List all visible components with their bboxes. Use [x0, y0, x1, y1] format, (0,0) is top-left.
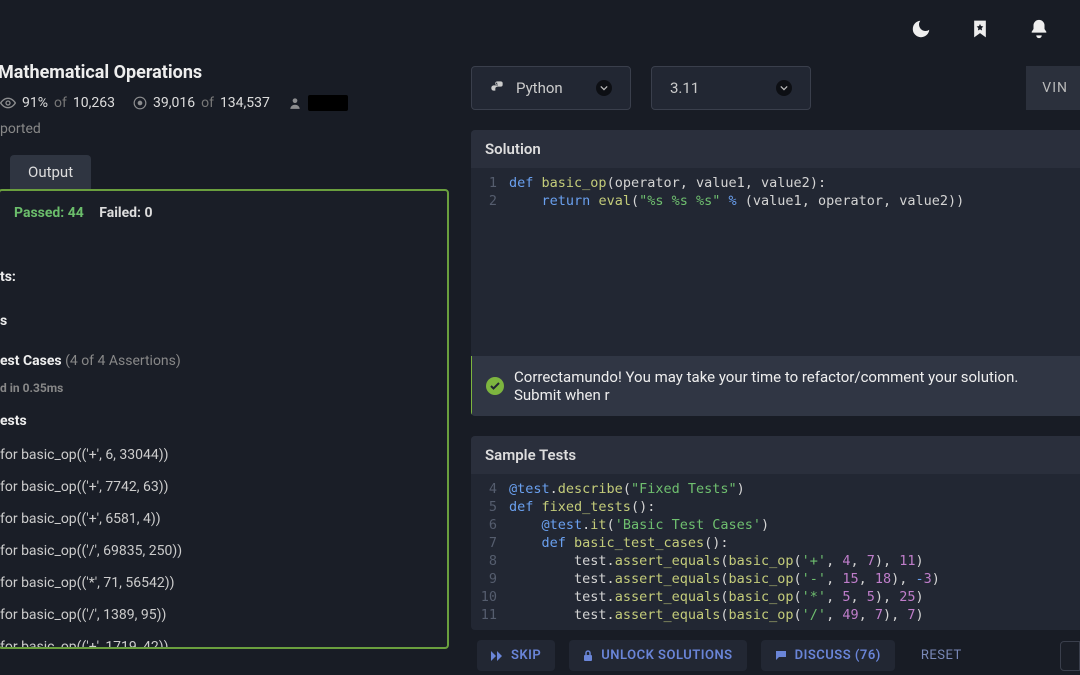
chat-icon [775, 650, 787, 661]
completion-stat: 91% of 10,263 [0, 95, 115, 111]
solution-code[interactable]: 12 def basic_op(operator, value1, value2… [471, 168, 1080, 356]
test-row: for basic_op(('+', 6581, 4)) [0, 503, 447, 535]
results-body: ts: s est Cases (4 of 4 Assertions) d in… [0, 227, 447, 649]
test-status: Passed: 44 Failed: 0 [0, 191, 447, 227]
eye-icon [0, 95, 16, 111]
target-icon [133, 96, 147, 110]
user-icon [288, 96, 302, 110]
test-row: for basic_op(('/', 1389, 95)) [0, 599, 447, 631]
test-row: for basic_op(('+', 6, 33044)) [0, 439, 447, 471]
stats-row: 91% of 10,263 39,016 of 134,537 [0, 89, 459, 119]
version-select[interactable]: 3.11 [651, 66, 811, 110]
success-banner: Correctamundo! You may take your time to… [471, 356, 1080, 416]
discuss-button[interactable]: DISCUSS (76) [761, 640, 895, 671]
vim-toggle[interactable]: VIN [1026, 66, 1080, 110]
top-bar [0, 0, 1080, 58]
sample-code[interactable]: 4567891011 @test.describe("Fixed Tests")… [471, 474, 1080, 630]
test-row: for basic_op(('+', 7742, 63)) [0, 471, 447, 503]
action-bar: SKIP UNLOCK SOLUTIONS DISCUSS (76) RESET [471, 630, 1080, 671]
skip-icon [491, 651, 503, 661]
left-panel: Mathematical Operations 91% of 10,263 39… [0, 58, 459, 675]
author-stat[interactable] [288, 95, 348, 111]
bell-icon[interactable] [1028, 18, 1050, 40]
right-end-control[interactable] [1060, 641, 1080, 671]
right-panel: Python 3.11 VIN Solution 12 def basic_ [459, 58, 1080, 675]
output-panel: Passed: 44 Failed: 0 ts: s est Cases (4 … [0, 189, 449, 649]
lock-icon [583, 650, 593, 662]
test-row: for basic_op(('+', 1719, 42)) [0, 631, 447, 649]
bookmark-icon[interactable] [970, 18, 990, 40]
reported-label: ported [0, 121, 459, 137]
author-name [308, 95, 348, 111]
output-tab[interactable]: Output [10, 155, 91, 189]
language-select[interactable]: Python [471, 66, 631, 110]
unlock-button[interactable]: UNLOCK SOLUTIONS [569, 640, 746, 671]
test-row: for basic_op(('*', 71, 56542)) [0, 567, 447, 599]
chevron-down-icon [776, 80, 792, 96]
reset-button[interactable]: RESET [909, 640, 974, 671]
sample-tests-editor: Sample Tests 4567891011 @test.describe("… [471, 436, 1080, 630]
python-icon [490, 80, 506, 96]
check-icon [486, 377, 504, 395]
chevron-down-icon [596, 80, 612, 96]
moon-icon[interactable] [910, 18, 932, 40]
sample-header: Sample Tests [471, 436, 1080, 474]
solution-editor: Solution 12 def basic_op(operator, value… [471, 130, 1080, 416]
kata-title: Mathematical Operations [0, 62, 202, 83]
solution-header: Solution [471, 130, 1080, 168]
test-row: for basic_op(('/', 69835, 250)) [0, 535, 447, 567]
skip-button[interactable]: SKIP [477, 640, 555, 671]
plays-stat: 39,016 of 134,537 [133, 95, 270, 111]
